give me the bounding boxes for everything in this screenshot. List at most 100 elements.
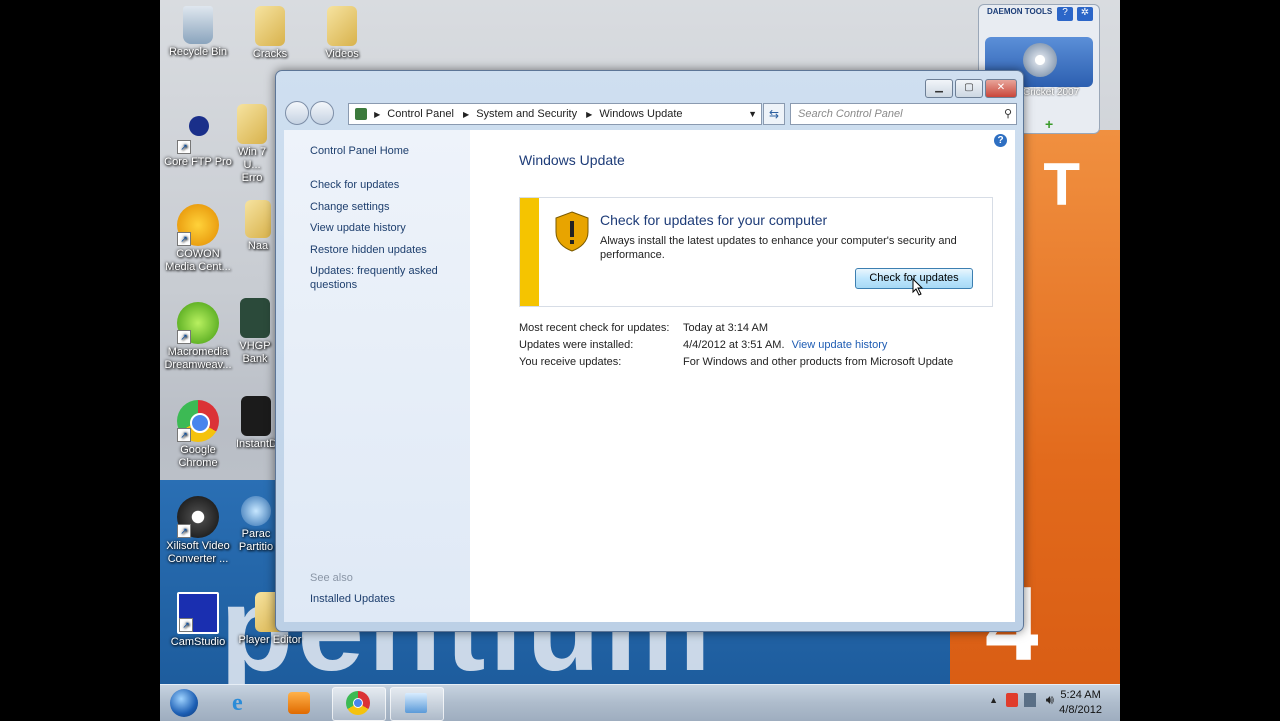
panel-heading: Check for updates for your computer	[600, 212, 828, 228]
breadcrumb-control-panel[interactable]: Control Panel	[387, 108, 454, 120]
taskbar-control-panel-button[interactable]	[390, 687, 444, 721]
desktop-icon-label: Naa	[247, 240, 269, 252]
shortcut-arrow-icon: ↗	[177, 232, 191, 246]
folder-icon	[255, 6, 285, 46]
desktop-icon-label: CamStudio	[170, 636, 226, 648]
windows-logo-icon	[170, 689, 198, 717]
start-button[interactable]	[164, 687, 204, 719]
control-panel-icon	[405, 693, 427, 713]
action-center-icon[interactable]	[1006, 693, 1018, 707]
desktop-icon-label: Videos	[325, 48, 359, 60]
search-input[interactable]: Search Control Panel ⚲	[790, 103, 1017, 125]
restore-hidden-updates-link[interactable]: Restore hidden updates	[310, 243, 427, 257]
address-bar[interactable]: ▶ Control Panel ▶ System and Security ▶ …	[348, 103, 762, 125]
daemon-item-label: Cricket 2007	[1023, 87, 1080, 98]
close-button[interactable]: ✕	[985, 79, 1017, 98]
change-settings-link[interactable]: Change settings	[310, 200, 390, 214]
desktop-icon-label: Parac Partitio	[238, 528, 274, 553]
desktop-icon-camstudio[interactable]: ↗ CamStudio	[160, 592, 236, 649]
desktop-icon-videos[interactable]: Videos	[304, 6, 380, 61]
taskbar-media-button[interactable]	[274, 687, 326, 719]
wallpaper-letter: T	[1043, 151, 1080, 218]
info-key: Most recent check for updates:	[519, 322, 670, 334]
installed-updates-link[interactable]: Installed Updates	[310, 592, 395, 606]
panel-description: Always install the latest updates to enh…	[600, 235, 957, 261]
info-key: You receive updates:	[519, 356, 622, 368]
instantdemo-icon	[241, 396, 271, 436]
volume-icon[interactable]: 🔊︎	[1046, 692, 1054, 708]
minimize-button[interactable]: ▁	[925, 79, 953, 98]
desktop-icon-label: Xilisoft Video Converter ...	[166, 540, 230, 565]
breadcrumb-windows-update[interactable]: Windows Update	[599, 108, 682, 120]
desktop-icon-paragon[interactable]: Parac Partitio	[236, 496, 276, 554]
internet-explorer-icon: e	[232, 690, 243, 716]
check-for-updates-link[interactable]: Check for updates	[310, 178, 399, 192]
view-update-history-link[interactable]: View update history	[310, 221, 406, 235]
desktop-icon-label: Cracks	[252, 48, 288, 60]
shortcut-arrow-icon: ↗	[177, 330, 191, 344]
see-also-heading: See also	[310, 572, 353, 584]
clock[interactable]: 5:24 AM 4/8/2012	[1059, 688, 1102, 718]
info-value-wrap: 4/4/2012 at 3:51 AM. View update history	[683, 339, 887, 351]
shortcut-arrow-icon: ↗	[177, 428, 191, 442]
control-panel-icon	[355, 108, 367, 121]
chevron-down-icon[interactable]: ▼	[748, 104, 757, 124]
desktop-icon-vhgp[interactable]: VHGP Bank	[236, 298, 274, 366]
desktop-icon-win7[interactable]: Win 7 U... Erro	[232, 104, 272, 185]
windows-update-window[interactable]: ▁ ▢ ✕ ▶ Control Panel ▶ System and Secur…	[275, 70, 1024, 632]
help-icon[interactable]: ?	[1057, 7, 1073, 21]
taskbar-ie-button[interactable]: e	[218, 687, 270, 719]
cowon-icon: ↗	[177, 204, 219, 246]
folder-icon	[245, 200, 271, 238]
desktop-icon-dreamweaver[interactable]: ↗ Macromedia Dreamweav...	[160, 302, 236, 372]
settings-icon[interactable]: ✲	[1077, 7, 1093, 21]
taskbar: e ▲ 🔊︎ 5:24 AM 4/8/2012	[160, 684, 1120, 721]
recycle-bin-icon	[183, 6, 213, 44]
desktop-icon-label: Core FTP Pro	[164, 156, 232, 168]
desktop-icon-naa[interactable]: Naa	[240, 200, 276, 253]
search-icon[interactable]: ⚲	[1004, 104, 1012, 124]
control-panel-home-link[interactable]: Control Panel Home	[310, 144, 409, 158]
forward-button[interactable]	[310, 101, 334, 125]
taskbar-chrome-button[interactable]	[332, 687, 386, 721]
desktop-icon-xilisoft[interactable]: ↗ Xilisoft Video Converter ...	[160, 496, 236, 566]
shield-warning-icon	[555, 211, 589, 252]
window-content: Control Panel Home Check for updates Cha…	[284, 130, 1015, 622]
mouse-cursor-icon	[912, 278, 924, 296]
updates-faq-link[interactable]: Updates: frequently asked questions	[310, 264, 450, 292]
desktop-icon-recycle-bin[interactable]: Recycle Bin	[160, 6, 236, 59]
help-icon[interactable]: ?	[994, 134, 1007, 147]
desktop-icon-cracks[interactable]: Cracks	[232, 6, 308, 61]
info-key: Updates were installed:	[519, 339, 634, 351]
shortcut-arrow-icon: ↗	[177, 524, 191, 538]
desktop-icon-instantdemo[interactable]: InstantD	[236, 396, 276, 451]
breadcrumb-system-security[interactable]: System and Security	[476, 108, 577, 120]
disc-icon	[1023, 43, 1057, 77]
view-update-history-inline-link[interactable]: View update history	[792, 339, 888, 351]
desktop-icon-label: COWON Media Cent...	[165, 248, 231, 273]
desktop-icon-label: InstantD	[236, 438, 276, 450]
page-title: Windows Update	[519, 152, 625, 168]
desktop-icon-core-ftp[interactable]: ↗ Core FTP Pro	[160, 112, 236, 169]
folder-icon	[237, 104, 267, 144]
desktop-icon-label: Player Editor	[238, 634, 302, 646]
chrome-icon	[346, 691, 370, 715]
desktop-icon-label: Recycle Bin	[168, 46, 228, 58]
desktop-icon-label: Google Chrome	[178, 444, 218, 469]
add-icon[interactable]: +	[1045, 117, 1059, 131]
paragon-icon	[241, 496, 271, 526]
desktop-icon-chrome[interactable]: ↗ Google Chrome	[160, 400, 236, 470]
desktop-icon-label: VHGP Bank	[239, 340, 271, 365]
show-hidden-icons[interactable]: ▲	[989, 695, 998, 705]
left-pane: Control Panel Home Check for updates Cha…	[284, 130, 470, 622]
refresh-icon[interactable]: ⇆	[763, 103, 785, 125]
network-icon[interactable]	[1024, 693, 1036, 707]
maximize-button[interactable]: ▢	[955, 79, 983, 98]
camstudio-icon: ↗	[177, 592, 219, 634]
daemon-brand: DAEMON TOOLS	[987, 7, 1053, 16]
media-player-icon	[288, 692, 310, 714]
breadcrumb-separator: ▶	[463, 110, 470, 119]
back-button[interactable]	[285, 101, 309, 125]
desktop-icon-cowon[interactable]: ↗ COWON Media Cent...	[160, 204, 236, 274]
check-updates-panel: Check for updates for your computer Alwa…	[519, 197, 993, 307]
